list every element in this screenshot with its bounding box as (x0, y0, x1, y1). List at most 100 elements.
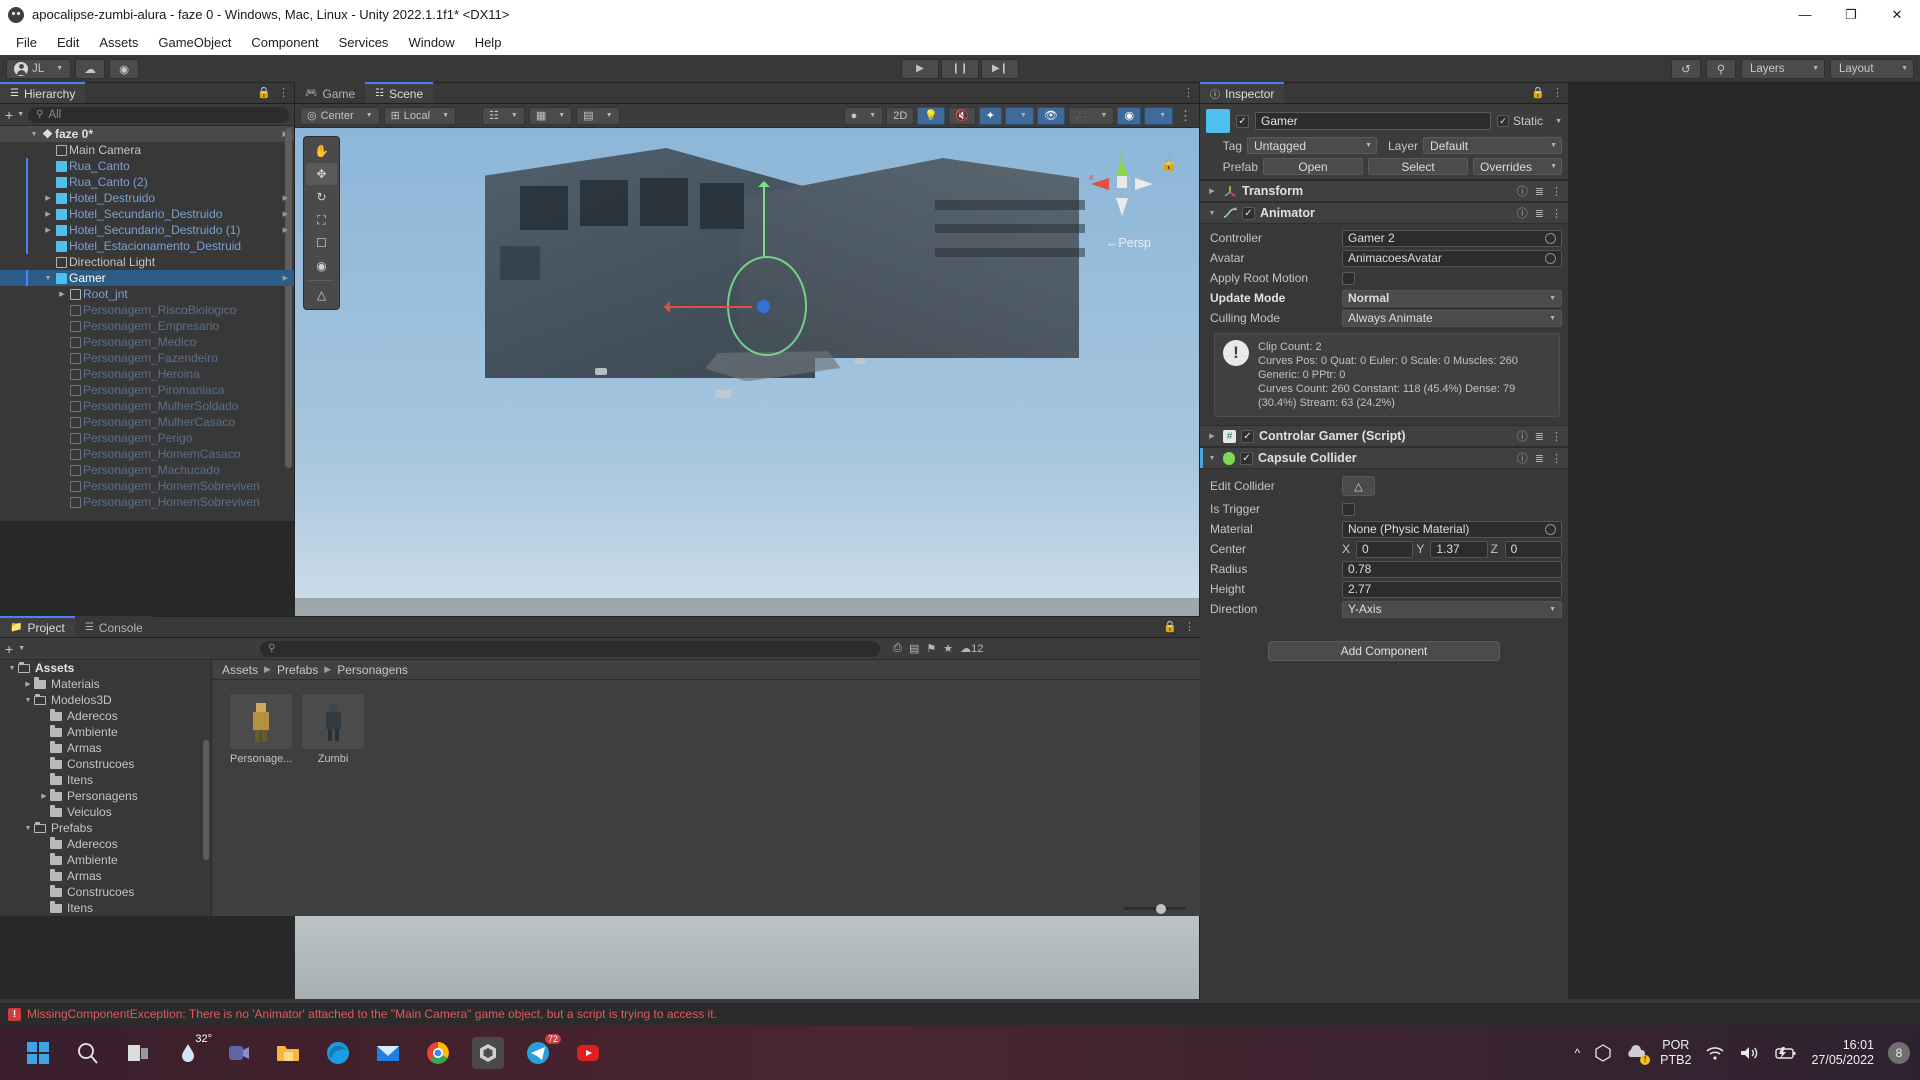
chevron-right-icon[interactable]: ▶ (283, 194, 288, 202)
scene-lighting-button[interactable]: 💡 (917, 106, 945, 125)
lock-icon[interactable]: 🔒 (1531, 86, 1545, 99)
file-explorer-icon[interactable] (272, 1037, 304, 1069)
apply-root-motion-checkbox[interactable]: ✓ (1342, 271, 1355, 285)
asset-grid[interactable]: Personage... Zumbi (212, 680, 1200, 916)
2d-toggle-button[interactable]: 2D (886, 106, 915, 125)
project-folder-row[interactable]: ▶ Aderecos (0, 708, 211, 724)
expand-toggle-icon[interactable]: ▼ (22, 697, 34, 704)
expand-toggle-icon[interactable]: ▶ (38, 872, 50, 880)
tag-dropdown[interactable]: Untagged ▼ (1247, 137, 1377, 154)
chevron-down-icon[interactable]: ▼ (28, 131, 40, 138)
menu-assets[interactable]: Assets (89, 32, 148, 53)
kebab-menu-icon[interactable]: ⋮ (1184, 620, 1195, 633)
expand-toggle-icon[interactable]: ▼ (42, 275, 54, 282)
scene-fx-button[interactable]: ✦ (978, 106, 1002, 125)
hierarchy-item[interactable]: ▶ Root_jnt (0, 286, 294, 302)
static-checkbox[interactable]: ✓ (1497, 115, 1510, 127)
kebab-menu-icon[interactable]: ⋮ (278, 86, 289, 99)
add-component-button[interactable]: Add Component (1268, 641, 1500, 662)
menu-gameobject[interactable]: GameObject (148, 32, 241, 53)
start-button-icon[interactable] (22, 1037, 54, 1069)
filter-favorite-icon[interactable]: ★ (943, 642, 953, 655)
expand-toggle-icon[interactable]: ▶ (42, 146, 54, 154)
expand-toggle-icon[interactable]: ▶ (56, 482, 68, 490)
expand-toggle-icon[interactable]: ▶ (38, 856, 50, 864)
expand-toggle-icon[interactable]: ▶ (56, 354, 68, 362)
expand-toggle-icon[interactable]: ▶ (56, 402, 68, 410)
hierarchy-item[interactable]: ▶ Personagem_Perigo (0, 430, 294, 446)
center-z-input[interactable]: 0 (1504, 540, 1562, 558)
menu-services[interactable]: Services (329, 32, 399, 53)
menu-window[interactable]: Window (398, 32, 464, 53)
object-picker-icon[interactable] (1545, 232, 1556, 244)
hierarchy-item[interactable]: ▶ Personagem_Heroina (0, 366, 294, 382)
grid-visibility-button[interactable]: ▦ ▼ (528, 106, 573, 125)
hierarchy-item[interactable]: ▶ Directional Light (0, 254, 294, 270)
gizmos-dropdown[interactable]: ▼ (1144, 106, 1173, 125)
expand-toggle-icon[interactable]: ▶ (42, 258, 54, 266)
expand-toggle-icon[interactable]: ▶ (38, 712, 50, 720)
breadcrumb-personagens[interactable]: Personagens (337, 663, 408, 677)
material-object-field[interactable]: None (Physic Material) (1342, 520, 1562, 538)
object-picker-icon[interactable] (1545, 252, 1556, 264)
hidden-objects-button[interactable]: 👁 (1036, 106, 1065, 125)
tab-project[interactable]: 📁 Project (0, 616, 75, 637)
hierarchy-item[interactable]: ▼ Gamer ▶ (0, 270, 294, 286)
wifi-icon[interactable] (1705, 1045, 1725, 1061)
hierarchy-search-input[interactable]: ⚲ All (28, 106, 289, 123)
task-view-icon[interactable] (122, 1037, 154, 1069)
component-tools-button[interactable]: ▤ ▼ (576, 106, 620, 125)
layout-dropdown[interactable]: Layout ▼ (1830, 58, 1914, 79)
help-icon[interactable]: ⓘ (1517, 205, 1528, 221)
chrome-icon[interactable] (422, 1037, 454, 1069)
weather-widget[interactable]: 32° (172, 1033, 212, 1069)
hand-tool-icon[interactable]: ✋ (306, 140, 337, 162)
tab-game[interactable]: 🎮 Game (295, 82, 366, 103)
tab-inspector[interactable]: ⓘ Inspector (1200, 82, 1285, 103)
scene-axis-gizmo[interactable]: y x (1087, 154, 1157, 224)
expand-toggle-icon[interactable]: ▶ (56, 386, 68, 394)
custom-tool-icon[interactable]: △ (306, 284, 337, 306)
asset-item[interactable]: Zumbi (302, 694, 364, 765)
search-taskbar-icon[interactable] (72, 1037, 104, 1069)
radius-input[interactable]: 0.78 (1342, 560, 1562, 578)
move-gizmo-center[interactable] (757, 300, 770, 313)
component-header-animator[interactable]: ▼ ✓ Animator ⓘ ≣ ⋮ (1200, 202, 1568, 224)
edit-collider-button[interactable]: △ (1342, 476, 1375, 497)
help-icon[interactable]: ⓘ (1517, 450, 1528, 466)
object-name-field[interactable]: Gamer (1255, 112, 1492, 130)
kebab-menu-icon[interactable]: ⋮ (1551, 185, 1562, 198)
status-bar[interactable]: ! MissingComponentException: There is no… (0, 1003, 1920, 1025)
hierarchy-list[interactable]: ▼❖faze 0*▶ ▶Main Camera▶Rua_Canto▶Rua_Ca… (0, 126, 294, 521)
is-trigger-checkbox[interactable]: ✓ (1342, 502, 1355, 516)
filter-type-icon[interactable]: ▤ (909, 642, 919, 655)
tray-expand-icon[interactable]: ^ (1575, 1046, 1581, 1060)
expand-toggle-icon[interactable]: ▶ (56, 290, 68, 298)
expand-toggle-icon[interactable]: ▶ (42, 178, 54, 186)
move-gizmo-y-axis[interactable] (758, 181, 770, 256)
expand-toggle-icon[interactable]: ▶ (38, 776, 50, 784)
chevron-right-icon[interactable]: ▶ (283, 274, 288, 282)
script-enabled-checkbox[interactable]: ✓ (1241, 429, 1254, 443)
hierarchy-item[interactable]: ▶ Personagem_HomemCasaco (0, 446, 294, 462)
layer-dropdown[interactable]: Default ▼ (1423, 137, 1562, 154)
asset-zoom-knob[interactable] (1156, 903, 1166, 914)
project-search-input[interactable]: ⚲ (260, 640, 881, 657)
project-folder-row[interactable]: ▶ Personagens (0, 788, 211, 804)
chevron-right-icon[interactable]: ▶ (1206, 187, 1218, 195)
project-folder-row[interactable]: ▶ Armas (0, 868, 211, 884)
expand-toggle-icon[interactable]: ▶ (56, 370, 68, 378)
kebab-menu-icon[interactable]: ⋮ (1183, 86, 1194, 99)
update-mode-dropdown[interactable]: Normal ▼ (1342, 289, 1562, 307)
preset-icon[interactable]: ≣ (1535, 452, 1544, 465)
hierarchy-item[interactable]: ▶ Rua_Canto (0, 158, 294, 174)
expand-toggle-icon[interactable]: ▶ (42, 226, 54, 234)
gameobject-enabled-checkbox[interactable]: ✓ (1236, 114, 1249, 128)
add-gameobject-button[interactable]: + (5, 108, 13, 122)
project-folder-row[interactable]: ▶ Materiais (0, 676, 211, 692)
project-tree-scrollbar[interactable] (203, 740, 209, 860)
lock-icon[interactable]: 🔒 (257, 86, 271, 99)
teams-icon[interactable] (222, 1037, 254, 1069)
height-input[interactable]: 2.77 (1342, 580, 1562, 598)
transform-tool-icon[interactable]: ◉ (306, 255, 337, 277)
